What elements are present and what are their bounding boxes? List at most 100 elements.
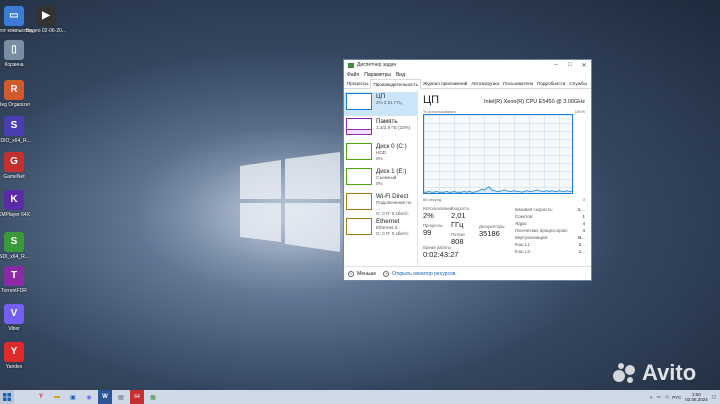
video-file-icon: ▶ — [36, 6, 56, 26]
tab-startup[interactable]: Автозагрузка — [469, 79, 501, 88]
cpu-detail-key: Сокетов: — [515, 214, 534, 219]
viber-icon: V — [4, 304, 24, 324]
task-manager-window[interactable]: Диспетчер задач – □ ✕ Файл Параметры Вид… — [343, 59, 592, 281]
sidebar-item-2[interactable]: Диск 0 (C:) HDD 0% — [344, 142, 417, 166]
processes-value: 99 — [423, 228, 432, 237]
close-icon[interactable]: ✕ — [577, 62, 591, 69]
usage-value: 2% — [423, 211, 434, 220]
system-tray: ˄ ▭ ◁ РУС 2:50 03.06.2024 ▢ — [650, 392, 720, 402]
desktop-icon-label: TorrentFDR — [1, 288, 27, 294]
tab-details[interactable]: Подробности — [535, 79, 567, 88]
desktop-icon-viber[interactable]: V Viber — [0, 304, 36, 332]
handles-value: 35186 — [479, 229, 500, 238]
desktop-icon-label: SDI_x64_R... — [0, 254, 29, 260]
taskbar-task-manager-icon[interactable]: ▦ — [146, 390, 160, 404]
cpu-usage-area — [424, 186, 572, 193]
input-language[interactable]: РУС — [672, 395, 681, 400]
notifications-icon[interactable]: ▢ — [712, 394, 716, 400]
taskbar-viber-icon[interactable]: ◉ — [82, 390, 96, 404]
gamenet-icon: G — [4, 152, 24, 172]
cpu-usage-graph — [423, 114, 573, 194]
torrent-icon: T — [4, 266, 24, 286]
menu-options[interactable]: Параметры — [364, 72, 391, 78]
footer-bar: ˄ Меньше ◔ Открыть монитор ресурсов — [344, 266, 591, 280]
mini-graph-icon — [346, 218, 372, 235]
sidebar-item-4[interactable]: Wi-Fi Direct Подключение по ... О: 0 П: 0 … — [344, 192, 417, 216]
sidebar-item-name: Wi-Fi Direct — [376, 193, 409, 200]
desktop-icon-yandex[interactable]: Y Yandex — [0, 342, 36, 370]
tab-app-history[interactable]: Журнал приложений — [421, 79, 469, 88]
desktop-icon-label: KMPlayer 64X — [0, 212, 30, 218]
taskbar-store-icon[interactable]: ▣ — [66, 390, 80, 404]
cpu-detail-row: Виртуализация: В... — [515, 234, 585, 241]
desktop-icon-label: Видео 02-06-20... — [25, 28, 67, 34]
desktop-icon-kmplayer[interactable]: K KMPlayer 64X — [0, 190, 36, 218]
taskbar-yandex-icon[interactable]: Y — [34, 390, 48, 404]
volume-icon[interactable]: ◁ — [665, 394, 668, 400]
cpu-detail-key: Кэш L2: — [515, 249, 532, 254]
desktop-icon-torrent[interactable]: T TorrentFDR — [0, 266, 36, 294]
cpu-detail-value: 3,... — [577, 207, 585, 212]
desktop-icon-sdio[interactable]: S SDIO_x64_R... — [0, 116, 36, 144]
menu-file[interactable]: Файл — [347, 72, 359, 78]
cpu-detail-value: В... — [578, 235, 585, 240]
tab-processes[interactable]: Процессы — [345, 79, 370, 88]
cpu-detail-key: Базовая скорость: — [515, 207, 554, 212]
cpu-detail-value: 4 — [582, 221, 585, 226]
desktop-icon-reg-organizer[interactable]: R Reg Organizer — [0, 80, 36, 108]
tab-performance[interactable]: Производительность — [370, 79, 422, 89]
menu-bar: Файл Параметры Вид — [344, 70, 591, 79]
cpu-detail-key: Логических процессоров: — [515, 228, 568, 233]
sidebar-item-name: Память — [376, 118, 398, 125]
taskbar-app-icon[interactable]: ▤ — [114, 390, 128, 404]
cpu-detail-row: Кэш L2: 1... — [515, 248, 585, 255]
cpu-detail-row: Кэш L1: 2... — [515, 241, 585, 248]
sidebar-item-detail-2: 0% — [376, 155, 383, 161]
taskbar-word-icon[interactable]: W — [98, 390, 112, 404]
avito-watermark: Avito — [612, 360, 696, 386]
chevron-up-tray-icon[interactable]: ˄ — [650, 395, 653, 400]
desktop-icon-recycle-bin[interactable]: ▯ Корзина — [0, 40, 36, 68]
mini-graph-icon — [346, 118, 372, 135]
sidebar-item-5[interactable]: Ethernet Ethernet 3 О: 0 П: 0 кбит/с — [344, 217, 417, 241]
reg-organizer-icon: R — [4, 80, 24, 100]
graph-min: 0 — [582, 197, 585, 202]
cpu-heading: ЦП — [423, 94, 440, 106]
sidebar-item-name: Диск 0 (C:) — [376, 143, 407, 150]
cpu-detail-row: Сокетов: 1 — [515, 213, 585, 220]
sidebar-item-3[interactable]: Диск 1 (E:) Съемный 0% — [344, 167, 417, 191]
sidebar-item-0[interactable]: ЦП 2% 2,01 ГГц — [344, 92, 417, 116]
chevron-up-icon[interactable]: ˄ — [348, 270, 354, 277]
taskbar-file-explorer-icon[interactable]: ▬ — [50, 390, 64, 404]
recycle-bin-icon: ▯ — [4, 40, 24, 60]
clock[interactable]: 2:50 03.06.2024 — [685, 392, 708, 402]
maximize-icon[interactable]: □ — [563, 62, 577, 69]
cpu-detail-row: Базовая скорость: 3,... — [515, 206, 585, 213]
mini-graph-icon — [346, 93, 372, 110]
desktop-icon-label: Viber — [8, 326, 20, 332]
desktop-icon-sdi[interactable]: S SDI_x64_R... — [0, 232, 36, 260]
menu-view[interactable]: Вид — [396, 72, 405, 78]
cpu-detail-key: Кэш L1: — [515, 242, 532, 247]
tab-users[interactable]: Пользователи — [501, 79, 535, 88]
threads-value: 808 — [451, 237, 464, 246]
desktop-icon-gamenet[interactable]: G GameNet — [0, 152, 36, 180]
sidebar-item-detail-2: О: 0 П: 0 кбит/с — [376, 211, 409, 217]
start-button[interactable] — [0, 390, 14, 404]
title-bar[interactable]: Диспетчер задач – □ ✕ — [344, 60, 591, 70]
resource-monitor-icon: ◔ — [383, 270, 390, 277]
minimize-icon[interactable]: – — [549, 62, 563, 69]
desktop-icon-video[interactable]: ▶ Видео 02-06-20... — [24, 6, 68, 34]
sidebar-item-name: Ethernet — [376, 218, 400, 225]
sidebar-item-name: Диск 1 (E:) — [376, 168, 407, 175]
open-resource-monitor-link[interactable]: Открыть монитор ресурсов — [392, 271, 455, 277]
sidebar-item-detail: 1,3/3,9 ГБ (33%) — [376, 125, 411, 130]
clock-date: 03.06.2024 — [685, 397, 708, 402]
cpu-detail-key: Ядра: — [515, 221, 528, 226]
network-icon[interactable]: ▭ — [656, 394, 660, 400]
sidebar-item-1[interactable]: Память 1,3/3,9 ГБ (33%) — [344, 117, 417, 141]
fewer-details-button[interactable]: Меньше — [357, 271, 376, 277]
tab-services[interactable]: Службы — [567, 79, 588, 88]
taskbar-aida64-icon[interactable]: 64 — [130, 390, 144, 404]
yandex-icon: Y — [4, 342, 24, 362]
